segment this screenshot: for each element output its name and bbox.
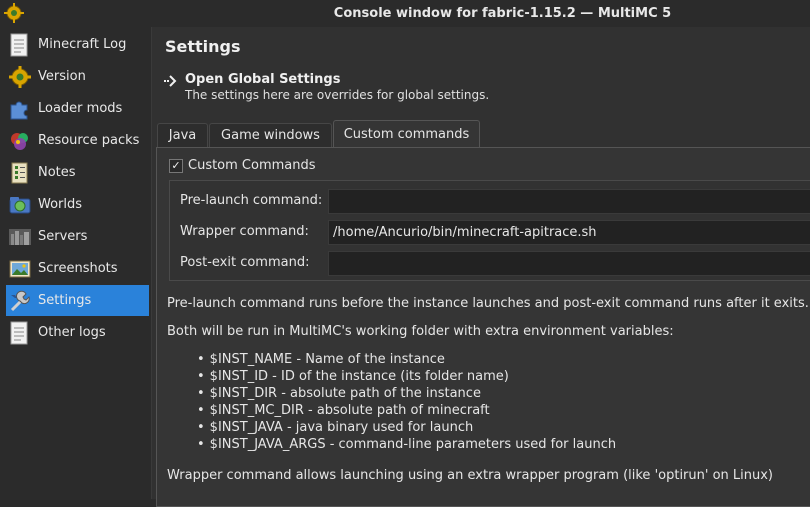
servers-icon [9,228,31,245]
version-gear-icon [9,65,31,88]
list-item: $INST_DIR - absolute path of the instanc… [197,386,616,403]
list-item: $INST_MC_DIR - absolute path of minecraf… [197,403,616,420]
settings-page: Settings Open Global Settings The settin… [152,27,810,507]
pre-launch-input[interactable] [328,189,810,214]
info-text-env-vars: Both will be run in MultiMC's working fo… [167,324,674,339]
sidebar-item-label: Version [38,69,86,84]
sidebar-item-label: Servers [38,229,88,244]
title-bar: Console window for fabric-1.15.2 — Multi… [0,0,810,28]
window-title: Console window for fabric-1.15.2 — Multi… [333,6,672,21]
worlds-icon [9,196,31,213]
log-icon [10,321,28,344]
checkbox-label: Custom Commands [188,158,316,173]
list-item: $INST_JAVA - java binary used for launch [197,420,616,437]
settings-tabs: Java Game windows Custom commands [156,120,810,148]
log-icon [10,33,28,56]
sidebar-item-label: Worlds [38,197,83,212]
sidebar-item-label: Other logs [38,325,106,340]
custom-commands-panel: ✓ Custom Commands Pre-launch command: Wr… [156,147,810,507]
pre-launch-label: Pre-launch command: [180,193,323,208]
wrapper-label: Wrapper command: [180,224,309,239]
env-variable-list: $INST_NAME - Name of the instance $INST_… [197,352,616,454]
list-item: $INST_JAVA_ARGS - command-line parameter… [197,437,616,454]
post-exit-input[interactable] [328,251,810,276]
custom-commands-checkbox[interactable]: ✓ Custom Commands [169,158,316,173]
list-item: $INST_ID - ID of the instance (its folde… [197,369,616,386]
wrapper-input[interactable] [328,220,810,245]
sidebar-item-resource-packs[interactable]: Resource packs [6,125,149,156]
checkbox-checked-icon[interactable]: ✓ [169,158,183,173]
sidebar-item-label: Minecraft Log [38,37,127,52]
sidebar-item-other-logs[interactable]: Other logs [6,317,149,348]
sidebar-item-version[interactable]: Version [6,61,149,92]
sidebar-item-label: Screenshots [38,261,118,276]
notes-icon [11,162,28,183]
open-global-settings-link[interactable]: Open Global Settings The settings here a… [164,72,564,104]
sidebar-item-worlds[interactable]: Worlds [6,189,149,220]
global-settings-title: Open Global Settings [185,72,341,87]
global-settings-subtitle: The settings here are overrides for glob… [185,88,490,102]
page-title: Settings [165,37,241,56]
post-exit-label: Post-exit command: [180,255,310,270]
sidebar-item-label: Loader mods [38,101,123,116]
info-text-wrapper: Wrapper command allows launching using a… [167,468,774,483]
commands-group: Pre-launch command: Wrapper command: Pos… [169,180,810,281]
arrow-right-icon [164,75,177,87]
puzzle-icon [10,101,28,119]
sidebar-item-label: Resource packs [38,133,140,148]
settings-icon [10,290,30,311]
sidebar-item-minecraft-log[interactable]: Minecraft Log [6,29,149,60]
sidebar-item-settings[interactable]: Settings [6,285,149,316]
tab-java[interactable]: Java [157,123,208,147]
sidebar-item-notes[interactable]: Notes [6,157,149,188]
sidebar-item-loader-mods[interactable]: Loader mods [6,93,149,124]
screenshots-icon [9,260,31,277]
tab-custom-commands[interactable]: Custom commands [333,120,480,148]
sidebar-item-label: Notes [38,165,76,180]
sidebar-item-label: Settings [38,293,92,308]
resource-packs-icon [11,132,28,150]
sidebar-item-screenshots[interactable]: Screenshots [6,253,149,284]
sidebar: Minecraft Log Version Loader mods Resour… [0,27,152,499]
info-text-pre-post: Pre-launch command runs before the insta… [167,296,809,311]
list-item: $INST_NAME - Name of the instance [197,352,616,369]
sidebar-item-servers[interactable]: Servers [6,221,149,252]
tab-game-windows[interactable]: Game windows [209,123,332,147]
